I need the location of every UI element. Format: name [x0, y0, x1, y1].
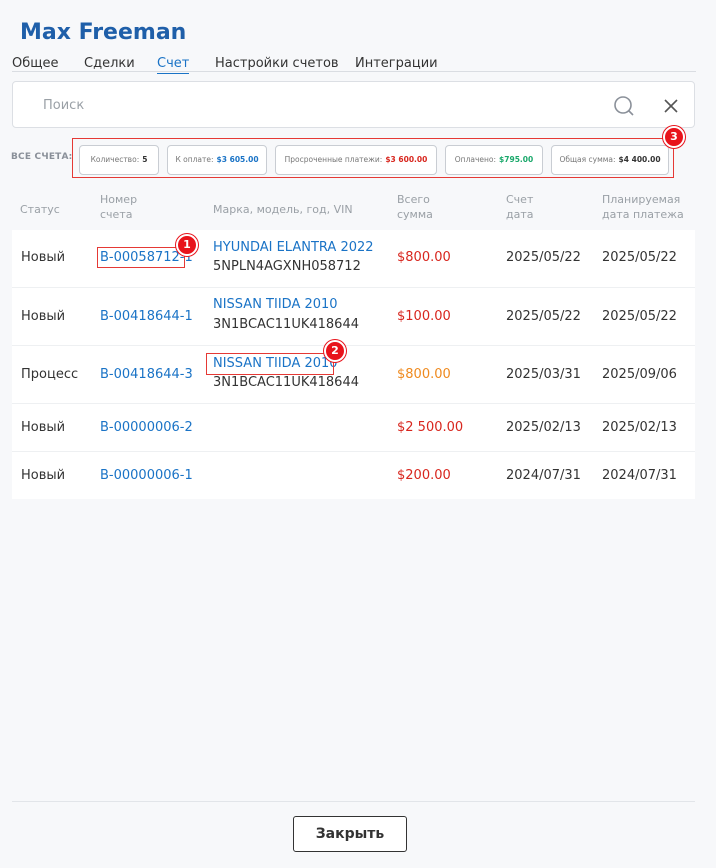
tab-invoice[interactable]: Счет: [157, 56, 190, 74]
footer-divider: [12, 801, 695, 802]
annotation-marker-2: 2: [324, 340, 346, 362]
search-icon[interactable]: [613, 95, 635, 117]
chip-label: Оплачено:: [454, 155, 497, 164]
chip-value: $795.00: [499, 155, 534, 164]
chip-value: 5: [142, 155, 148, 164]
summary-chip-total[interactable]: Общая сумма: $4 400.00: [551, 145, 669, 175]
summary-chip-due[interactable]: К оплате: $3 605.00: [167, 145, 267, 175]
table-header: Статус Номер счета Марка, модель, год, VI…: [12, 190, 695, 230]
invoice-number-link[interactable]: B-00418644-3: [100, 367, 193, 382]
row-planned-date: 2025/05/22: [602, 250, 677, 265]
page-title: Max Freeman: [20, 20, 187, 45]
tab-bar: Общее Сделки Счет Настройки счетов Интег…: [12, 56, 696, 74]
row-planned-date: 2024/07/31: [602, 468, 677, 483]
annotation-marker-3: 3: [663, 126, 685, 148]
tab-invoice-settings[interactable]: Настройки счетов: [215, 56, 339, 72]
row-amount: $2 500.00: [397, 420, 464, 435]
vehicle-vin: 5NPLN4AGXNH058712: [213, 259, 361, 274]
search-input[interactable]: [43, 94, 603, 116]
chip-value: $4 400.00: [618, 155, 661, 164]
chip-label: Количество:: [90, 155, 140, 164]
tab-integrations[interactable]: Интеграции: [355, 56, 438, 72]
row-status: Новый: [21, 468, 66, 483]
table-row[interactable]: Процесс B-00418644-3 NISSAN TIIDA 2010 3…: [12, 346, 695, 404]
invoice-page: Max Freeman Общее Сделки Счет Настройки …: [0, 0, 716, 868]
header-status: Статус: [20, 203, 60, 216]
annotation-marker-1: 1: [176, 234, 198, 256]
row-date: 2024/07/31: [506, 468, 581, 483]
row-status: Новый: [21, 250, 66, 265]
table-row[interactable]: Новый B-00418644-1 NISSAN TIIDA 2010 3N1…: [12, 288, 695, 346]
summary-chip-overdue[interactable]: Просроченные платежи: $3 600.00: [275, 145, 437, 175]
vehicle-vin: 3N1BCAC11UK418644: [213, 375, 359, 390]
annotation-highlight-1: [97, 247, 185, 268]
header-planned: Планируемая дата платежа: [602, 193, 684, 221]
row-date: 2025/03/31: [506, 367, 581, 382]
row-amount: $200.00: [397, 468, 451, 483]
row-date: 2025/05/22: [506, 250, 581, 265]
tab-general[interactable]: Общее: [12, 56, 59, 72]
invoice-number-link[interactable]: B-00000006-1: [100, 468, 193, 483]
row-date: 2025/02/13: [506, 420, 581, 435]
row-amount: $800.00: [397, 250, 451, 265]
row-date: 2025/05/22: [506, 309, 581, 324]
row-planned-date: 2025/02/13: [602, 420, 677, 435]
invoice-number-link[interactable]: B-00418644-1: [100, 309, 193, 324]
chip-label: Просроченные платежи:: [284, 155, 383, 164]
search-bar: [12, 81, 695, 128]
row-status: Процесс: [21, 367, 79, 382]
header-number: Номер счета: [100, 193, 138, 221]
tab-deals[interactable]: Сделки: [84, 56, 135, 72]
chip-label: К оплате:: [175, 155, 214, 164]
annotation-highlight-2: [206, 353, 334, 375]
header-vehicle: Марка, модель, год, VIN: [213, 203, 353, 216]
table-row[interactable]: Новый B-00000006-2 $2 500.00 2025/02/13 …: [12, 404, 695, 452]
chip-value: $3 600.00: [385, 155, 428, 164]
row-status: Новый: [21, 420, 66, 435]
row-amount: $100.00: [397, 309, 451, 324]
row-planned-date: 2025/09/06: [602, 367, 677, 382]
summary-label: ВСЕ СЧЕТА:: [11, 152, 73, 162]
header-date: Счет дата: [506, 193, 534, 221]
row-planned-date: 2025/05/22: [602, 309, 677, 324]
table-row[interactable]: Новый B-00000006-1 $200.00 2024/07/31 20…: [12, 452, 695, 499]
close-button[interactable]: Закрыть: [293, 816, 407, 852]
invoice-number-link[interactable]: B-00000006-2: [100, 420, 193, 435]
summary-chip-paid[interactable]: Оплачено: $795.00: [445, 145, 543, 175]
vehicle-link[interactable]: NISSAN TIIDA 2010: [213, 297, 338, 312]
header-total: Всего сумма: [397, 193, 433, 221]
close-icon[interactable]: [660, 95, 682, 117]
summary-chip-count[interactable]: Количество: 5: [79, 145, 159, 175]
summary-highlight: Количество: 5 К оплате: $3 605.00 Просроче…: [72, 138, 674, 178]
vehicle-vin: 3N1BCAC11UK418644: [213, 317, 359, 332]
row-status: Новый: [21, 309, 66, 324]
row-amount: $800.00: [397, 367, 451, 382]
chip-value: $3 605.00: [216, 155, 259, 164]
chip-label: Общая сумма:: [559, 155, 616, 164]
invoice-table: Новый B-00058712-1 HYUNDAI ELANTRA 2022 …: [12, 230, 695, 499]
vehicle-link[interactable]: HYUNDAI ELANTRA 2022: [213, 240, 374, 255]
